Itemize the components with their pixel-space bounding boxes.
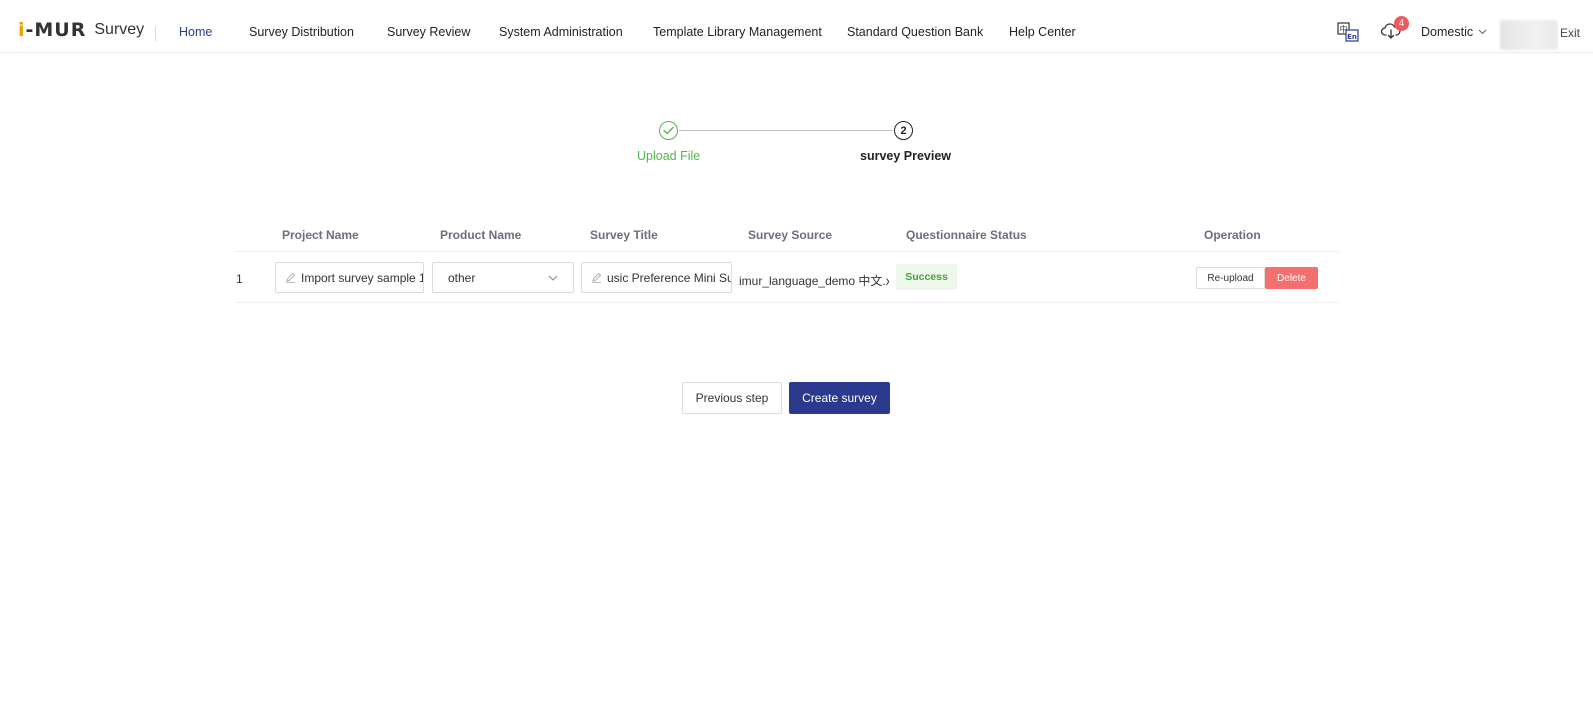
row-index: 1 xyxy=(236,272,243,286)
column-header-project-name: Project Name xyxy=(282,228,359,242)
nav-home[interactable]: Home xyxy=(179,25,212,39)
survey-source-value: imur_language_demo 中文.xl... xyxy=(739,274,889,288)
column-header-product-name: Product Name xyxy=(440,228,522,242)
top-header: i-MUR Survey Home Survey Distribution Su… xyxy=(0,0,1593,53)
region-label: Domestic xyxy=(1421,25,1474,39)
column-header-operation: Operation xyxy=(1204,228,1261,242)
status-badge: Success xyxy=(896,264,957,290)
nav-template-library-management[interactable]: Template Library Management xyxy=(653,25,822,39)
nav-standard-question-bank[interactable]: Standard Question Bank xyxy=(847,25,983,39)
product-name-value: other xyxy=(448,270,476,285)
project-name-input[interactable]: Import survey sample 1 xyxy=(275,262,424,293)
edit-icon xyxy=(592,272,602,283)
exit-link[interactable]: Exit xyxy=(1560,26,1580,40)
product-name-select[interactable]: other xyxy=(432,262,574,293)
step-1-done-indicator xyxy=(659,121,678,140)
logo-mark: i-MUR xyxy=(18,18,87,41)
download-count-badge: 4 xyxy=(1394,16,1409,31)
chevron-down-icon xyxy=(1478,29,1487,35)
nav-survey-distribution[interactable]: Survey Distribution xyxy=(249,25,354,39)
edit-icon xyxy=(286,272,296,283)
previous-step-button[interactable]: Previous step xyxy=(682,382,782,414)
survey-title-input[interactable]: usic Preference Mini Su xyxy=(581,262,732,293)
header-divider xyxy=(155,26,156,41)
logo-text: Survey xyxy=(94,21,145,38)
step-2-indicator: 2 xyxy=(894,121,913,140)
chevron-down-icon xyxy=(548,275,558,281)
survey-title-value: usic Preference Mini Su xyxy=(607,270,732,285)
step-connector xyxy=(679,130,893,131)
create-survey-button[interactable]: Create survey xyxy=(789,382,890,414)
step-2-label: survey Preview xyxy=(860,149,952,163)
nav-survey-review[interactable]: Survey Review xyxy=(387,25,470,39)
nav-help-center[interactable]: Help Center xyxy=(1009,25,1076,39)
user-avatar[interactable] xyxy=(1500,20,1558,50)
column-header-questionnaire-status: Questionnaire Status xyxy=(906,228,1027,242)
svg-text:En: En xyxy=(1347,33,1357,41)
check-icon xyxy=(663,126,674,135)
language-switch-icon[interactable]: 中 En xyxy=(1337,22,1359,42)
table-row-divider xyxy=(235,302,1339,303)
reupload-button[interactable]: Re-upload xyxy=(1196,267,1265,289)
delete-button[interactable]: Delete xyxy=(1265,267,1318,289)
column-header-survey-source: Survey Source xyxy=(748,228,833,242)
table-header-divider xyxy=(235,251,1339,252)
nav-system-administration[interactable]: System Administration xyxy=(499,25,623,39)
region-selector[interactable]: Domestic xyxy=(1421,25,1487,39)
step-1-label: Upload File xyxy=(637,149,701,163)
app-logo[interactable]: i-MUR Survey xyxy=(18,20,144,40)
project-name-value: Import survey sample 1 xyxy=(301,270,424,285)
column-header-survey-title: Survey Title xyxy=(590,228,658,242)
